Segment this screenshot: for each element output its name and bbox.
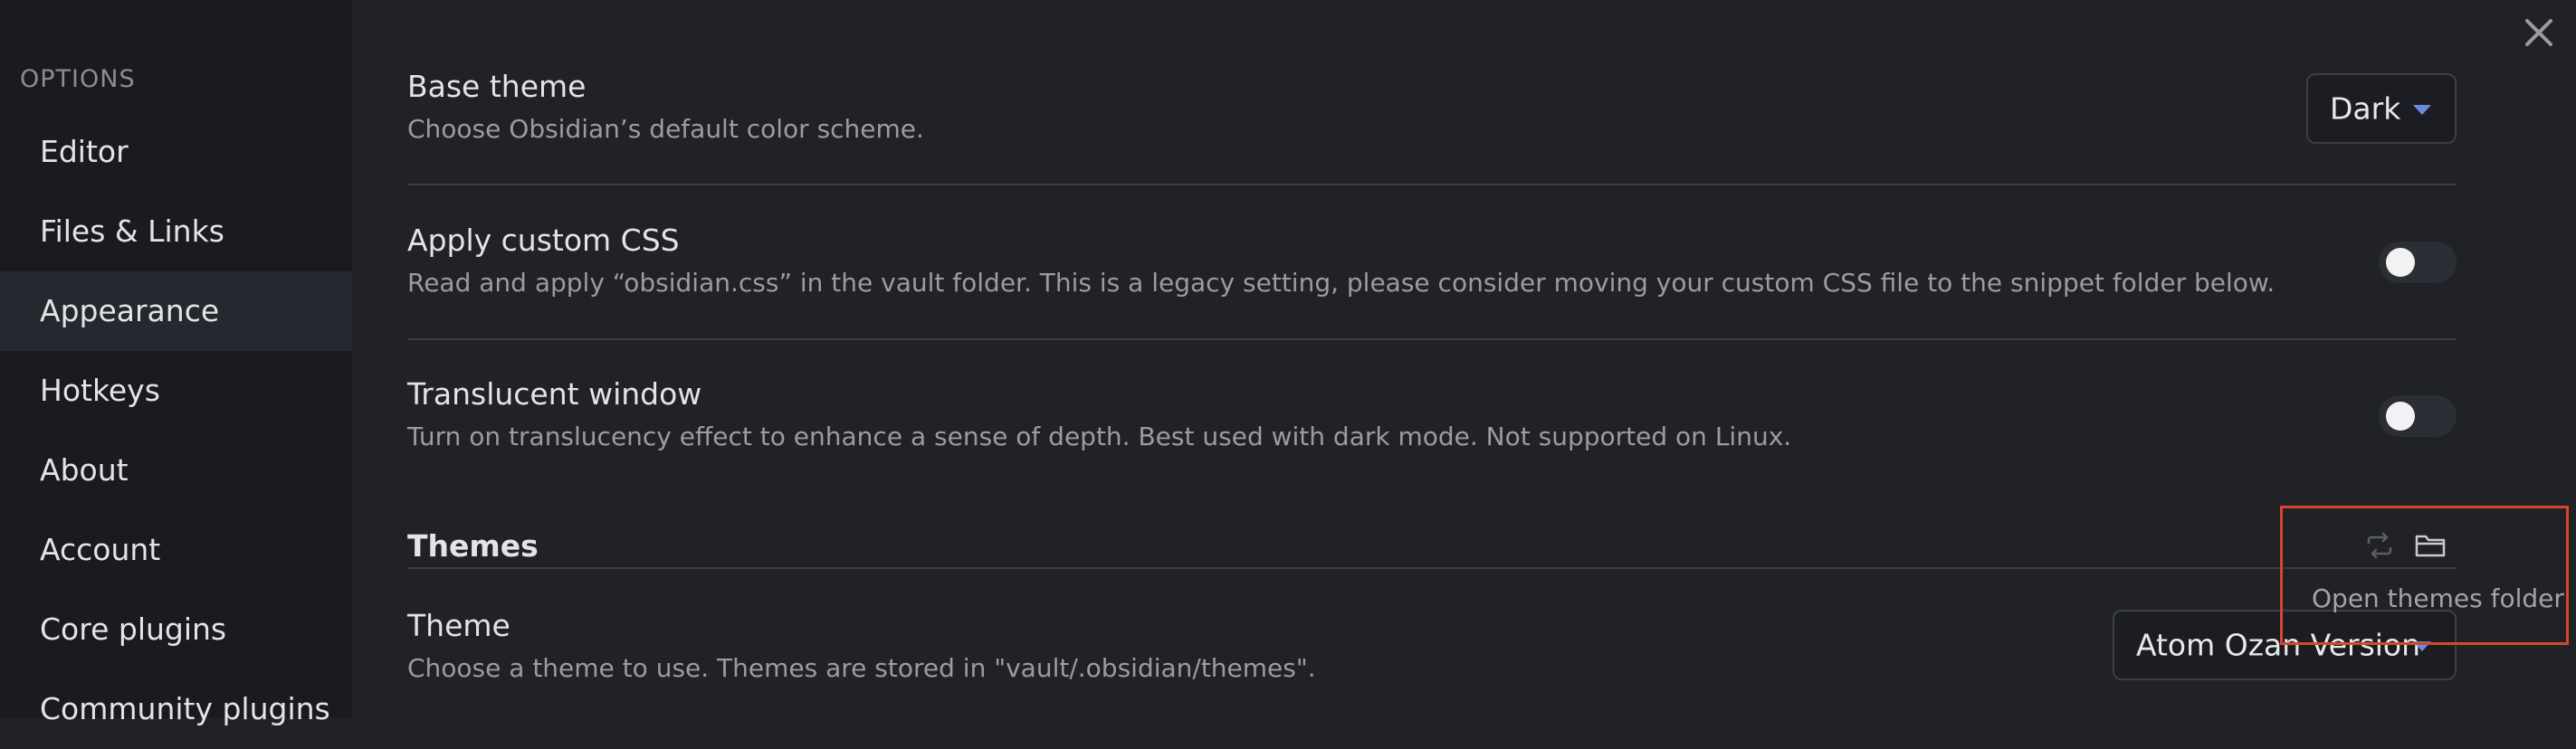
divider	[407, 184, 2457, 185]
base-theme-value: Dark	[2330, 90, 2401, 127]
themes-heading: Themes	[407, 528, 539, 564]
theme-desc: Choose a theme to use. Themes are stored…	[407, 653, 1316, 683]
translucent-name: Translucent window	[407, 376, 702, 412]
translucent-desc: Turn on translucency effect to enhance a…	[407, 422, 1792, 451]
tooltip-open-themes-folder: Open themes folder	[2312, 583, 2564, 613]
base-theme-desc: Choose Obsidian’s default color scheme.	[407, 114, 924, 144]
sidebar-item-editor[interactable]: Editor	[0, 112, 352, 192]
sidebar-item-community-plugins[interactable]: Community plugins	[0, 669, 352, 749]
settings-sidebar: OPTIONS Editor Files & Links Appearance …	[0, 0, 352, 726]
chevron-down-icon	[2413, 105, 2431, 115]
custom-css-desc: Read and apply “obsidian.css” in the vau…	[407, 268, 2275, 298]
divider	[407, 567, 2457, 569]
close-icon[interactable]	[2519, 13, 2559, 52]
sidebar-item-appearance[interactable]: Appearance	[0, 271, 352, 351]
sidebar-item-about[interactable]: About	[0, 431, 352, 510]
custom-css-toggle[interactable]	[2379, 242, 2457, 283]
sidebar-heading: OPTIONS	[20, 65, 136, 93]
toggle-knob	[2386, 248, 2415, 277]
base-theme-dropdown[interactable]: Dark	[2306, 73, 2457, 144]
settings-panel: Base theme Choose Obsidian’s default col…	[407, 0, 2457, 718]
custom-css-name: Apply custom CSS	[407, 223, 680, 258]
theme-name: Theme	[407, 608, 510, 643]
highlight-box	[2280, 506, 2569, 645]
sidebar-item-hotkeys[interactable]: Hotkeys	[0, 351, 352, 431]
sidebar-item-files-links[interactable]: Files & Links	[0, 192, 352, 271]
divider	[407, 338, 2457, 340]
sidebar-item-account[interactable]: Account	[0, 510, 352, 590]
sidebar-item-core-plugins[interactable]: Core plugins	[0, 590, 352, 669]
base-theme-name: Base theme	[407, 69, 587, 104]
toggle-knob	[2386, 402, 2415, 431]
translucent-toggle[interactable]	[2379, 395, 2457, 437]
